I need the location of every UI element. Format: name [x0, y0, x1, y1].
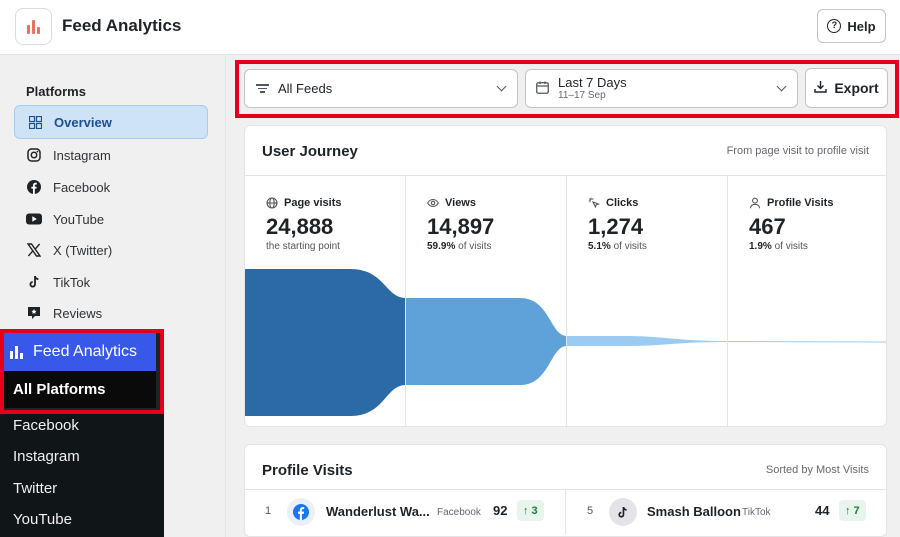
facebook-icon [26, 179, 42, 195]
stage-note: 5.1% of visits [588, 241, 647, 252]
card-title: User Journey [262, 143, 358, 160]
user-icon [749, 197, 761, 209]
stage-note: 59.9% of visits [427, 241, 492, 252]
sidebar-item-instagram[interactable]: Instagram [14, 138, 208, 172]
facebook-icon [287, 498, 315, 526]
wp-menu-feed-analytics[interactable]: Feed Analytics [4, 333, 156, 371]
eye-icon [427, 197, 439, 209]
profile-platform: Facebook [437, 507, 481, 518]
wp-menu-title: Feed Analytics [33, 343, 138, 360]
sidebar-item-label: YouTube [53, 211, 105, 227]
trend-badge: ↑ 7 [839, 500, 866, 521]
export-label: Export [834, 80, 879, 96]
sidebar-item-overview[interactable]: Overview [14, 105, 208, 139]
card-subtitle: From page visit to profile visit [726, 145, 869, 157]
journey-stage-clicks: Clicks 1,274 5.1% of visits [567, 176, 728, 426]
user-journey-card: User Journey From page visit to profile … [244, 125, 887, 427]
x-twitter-icon [26, 242, 42, 258]
wp-submenu-twitter[interactable]: Twitter [13, 480, 57, 497]
date-value: Last 7 Days [558, 74, 627, 90]
visit-count: 44 [815, 503, 830, 518]
profile-name: Wanderlust Wa... [326, 504, 430, 519]
chevron-down-icon [496, 81, 507, 92]
sidebar-heading: Platforms [26, 84, 86, 99]
row-rank: 1 [265, 505, 272, 517]
wp-submenu-youtube[interactable]: YouTube [13, 511, 72, 528]
stage-label: Profile Visits [767, 197, 834, 209]
click-icon [588, 197, 601, 209]
wp-submenu-instagram[interactable]: Instagram [13, 448, 80, 465]
wp-submenu-all-platforms[interactable]: All Platforms [4, 371, 156, 408]
main-content: All Feeds Last 7 Days 11–17 Sep Export U… [227, 56, 900, 537]
visit-count: 92 [493, 503, 508, 518]
stage-label: Clicks [606, 197, 639, 209]
sidebar-item-youtube[interactable]: YouTube [14, 202, 208, 236]
sidebar-item-label: Overview [54, 114, 112, 130]
stage-label: Views [445, 197, 476, 209]
tiktok-icon [26, 274, 42, 290]
date-range: 11–17 Sep [558, 89, 606, 101]
card-title: Profile Visits [262, 462, 353, 479]
stage-value: 467 [749, 214, 786, 239]
date-range-select[interactable]: Last 7 Days 11–17 Sep [525, 69, 798, 108]
app-title: Feed Analytics [62, 16, 182, 35]
export-button[interactable]: Export [805, 68, 888, 108]
profile-name: Smash Balloon [647, 504, 741, 519]
help-button[interactable]: ? Help [817, 9, 886, 43]
instagram-icon [26, 147, 42, 163]
profile-platform: TikTok [742, 507, 771, 518]
chevron-down-icon [776, 81, 787, 92]
feeds-select[interactable]: All Feeds [244, 69, 518, 108]
filter-icon [255, 84, 269, 93]
wp-admin-menu: Feed Analytics All Platforms Facebook In… [0, 329, 164, 537]
sidebar-item-label: Facebook [53, 179, 111, 195]
profile-visits-card: Profile Visits Sorted by Most Visits 1 W… [244, 444, 887, 537]
download-icon [814, 80, 828, 96]
globe-icon [266, 197, 278, 209]
app-logo [15, 8, 52, 45]
sidebar-item-label: Instagram [53, 147, 111, 163]
stage-value: 1,274 [588, 214, 644, 239]
sidebar-item-label: TikTok [53, 274, 91, 290]
help-label: Help [847, 18, 876, 34]
sidebar-item-x-twitter[interactable]: X (Twitter) [14, 233, 208, 267]
stage-value: 14,897 [427, 214, 495, 239]
youtube-icon [26, 211, 42, 227]
sidebar-item-tiktok[interactable]: TikTok [14, 265, 208, 299]
wp-submenu-facebook[interactable]: Facebook [13, 417, 79, 434]
feeds-value: All Feeds [278, 81, 333, 96]
journey-stage-page-visits: Page visits 24,888 the starting point [245, 176, 406, 426]
stage-value: 24,888 [266, 214, 334, 239]
stage-note: 1.9% of visits [749, 241, 808, 252]
journey-stage-profile-visits: Profile Visits 467 1.9% of visits [728, 176, 886, 426]
reviews-icon [26, 305, 42, 321]
row-rank: 5 [587, 505, 594, 517]
trend-badge: ↑ 3 [517, 500, 544, 521]
grid-icon [27, 114, 43, 130]
sidebar-item-label: X (Twitter) [53, 242, 113, 258]
help-icon: ? [827, 19, 842, 33]
sort-label[interactable]: Sorted by Most Visits [766, 464, 869, 476]
sidebar-item-label: Reviews [53, 305, 103, 321]
calendar-icon [536, 81, 549, 97]
sidebar-item-reviews[interactable]: Reviews [14, 296, 208, 330]
stage-note: the starting point [266, 241, 340, 252]
sidebar-item-facebook[interactable]: Facebook [14, 170, 208, 204]
top-header: Feed Analytics ? Help [0, 0, 900, 55]
chart-bars-icon [10, 345, 23, 359]
stage-label: Page visits [284, 197, 342, 209]
journey-stage-views: Views 14,897 59.9% of visits [406, 176, 567, 426]
tiktok-icon [609, 498, 637, 526]
table-row[interactable]: 1 Wanderlust Wa... Facebook 92 ↑ 3 [245, 490, 566, 534]
table-row[interactable]: 5 Smash Balloon TikTok 44 ↑ 7 [567, 490, 886, 534]
